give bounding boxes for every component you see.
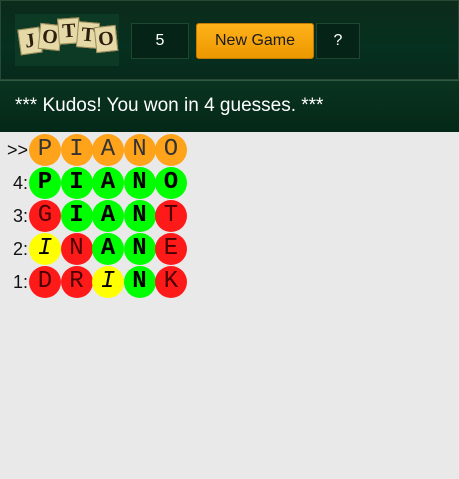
- guess-row: 1: D R I N K: [0, 266, 200, 298]
- letter-circle-green: N: [123, 167, 156, 199]
- letter-circle-yellow: I: [92, 266, 124, 298]
- guess-row: 3: G I A N T: [0, 200, 200, 232]
- letter-circle-red: T: [155, 200, 187, 232]
- letter-circle-red: G: [29, 200, 61, 232]
- letter-circle-red: R: [60, 266, 93, 298]
- letter-circle-red: D: [29, 266, 61, 298]
- letter-circle-green: A: [92, 167, 124, 199]
- letter-count-select[interactable]: 5: [131, 23, 189, 59]
- letter-circle-green: A: [92, 200, 124, 232]
- letter-circle-orange[interactable]: O: [155, 134, 187, 166]
- jotto-logo: J O T T O: [15, 14, 119, 66]
- letter-circle-red: N: [60, 233, 93, 265]
- logo-tile: O: [93, 24, 119, 54]
- status-banner: *** Kudos! You won in 4 guesses. ***: [0, 80, 459, 132]
- letter-circle-green: N: [123, 233, 156, 265]
- letter-circle-yellow: I: [29, 233, 61, 265]
- letter-circle-green: N: [123, 200, 156, 232]
- letter-circle-red: E: [155, 233, 187, 265]
- letter-circle-green: I: [60, 200, 93, 232]
- current-guess-row[interactable]: >> P I A N O: [0, 134, 200, 166]
- guess-row-label: 2:: [12, 239, 28, 259]
- letter-circle-green: I: [60, 167, 93, 199]
- guess-row-label: 1:: [12, 272, 28, 292]
- guess-row: 2: I N A N E: [0, 233, 200, 265]
- letter-circle-orange[interactable]: P: [29, 134, 61, 166]
- letter-circle-orange[interactable]: I: [60, 134, 93, 166]
- letter-circle-green: N: [123, 266, 156, 298]
- status-message: *** Kudos! You won in 4 guesses. ***: [15, 95, 324, 116]
- letter-circle-orange[interactable]: A: [92, 134, 124, 166]
- new-game-button[interactable]: New Game: [196, 23, 314, 59]
- help-button[interactable]: ?: [316, 23, 360, 59]
- letter-circle-green: P: [29, 167, 61, 199]
- letter-circle-red: K: [155, 266, 187, 298]
- guess-row-label: >>: [6, 140, 28, 160]
- guess-row: 4: P I A N O: [0, 167, 200, 199]
- guess-row-label: 3:: [12, 206, 28, 226]
- app-header: J O T T O 5 New Game ?: [0, 0, 459, 80]
- letter-circle-orange[interactable]: N: [123, 134, 156, 166]
- letter-circle-green: A: [92, 233, 124, 265]
- guess-row-label: 4:: [12, 173, 28, 193]
- letter-circle-green: O: [155, 167, 187, 199]
